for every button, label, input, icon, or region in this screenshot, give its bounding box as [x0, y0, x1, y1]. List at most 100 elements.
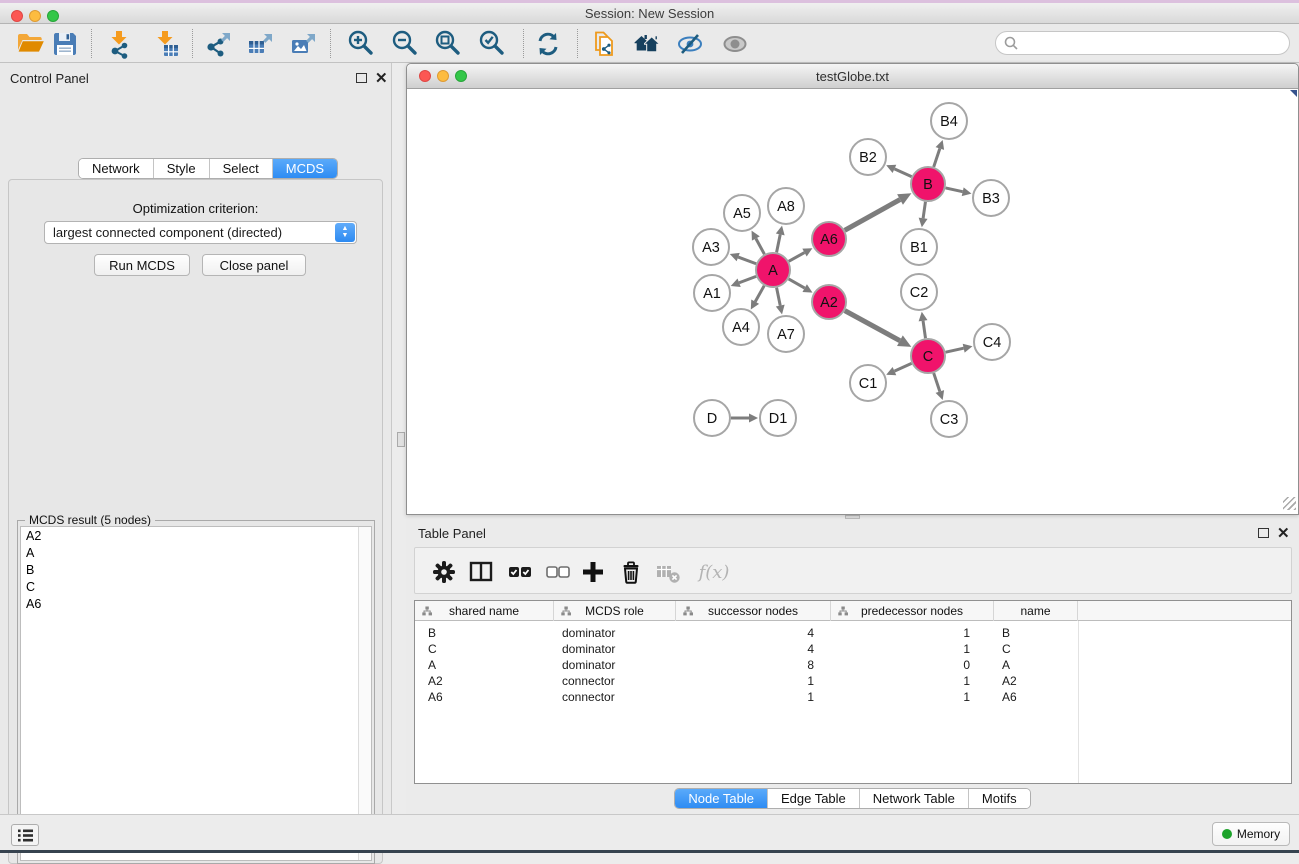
graph-edge-C-C2[interactable]: [923, 321, 925, 338]
graph-edge-A-A8[interactable]: [777, 234, 781, 252]
graph-edge-B-B1[interactable]: [923, 202, 925, 218]
column-header-label: MCDS role: [585, 604, 644, 618]
graph-edge-arrowhead: [776, 305, 785, 315]
hide-selected-icon[interactable]: [673, 28, 707, 60]
add-column-icon[interactable]: [578, 557, 608, 587]
column-header-predecessor-nodes[interactable]: predecessor nodes: [831, 601, 994, 621]
table-settings-gear-icon[interactable]: [429, 557, 459, 587]
import-network-icon[interactable]: [103, 28, 137, 60]
cell: A6: [415, 689, 554, 705]
graph-edge-A-A2[interactable]: [789, 279, 805, 288]
vertical-split-handle[interactable]: [397, 432, 405, 447]
zoom-fit-icon[interactable]: [431, 28, 465, 60]
mcds-result-legend: MCDS result (5 nodes): [25, 513, 155, 527]
result-item[interactable]: B: [21, 561, 371, 578]
network-window-title-bar[interactable]: testGlobe.txt: [407, 64, 1298, 89]
first-neighbors-icon[interactable]: [630, 28, 664, 60]
graph-edge-C-C3[interactable]: [934, 373, 940, 391]
export-table-icon[interactable]: [244, 28, 278, 60]
window-resize-grip[interactable]: [1283, 497, 1296, 510]
function-builder-button[interactable]: f(x): [693, 557, 735, 587]
export-network-icon[interactable]: [202, 28, 236, 60]
graph-edge-A6-B[interactable]: [845, 200, 900, 231]
deselect-all-rows-icon[interactable]: [543, 557, 573, 587]
horizontal-split-handle[interactable]: [845, 515, 860, 519]
network-canvas[interactable]: AA1A2A3A4A5A6A7A8BB1B2B3B4CC1C2C3C4DD1: [407, 89, 1298, 512]
cell: C: [415, 641, 554, 657]
graph-edge-B-B3[interactable]: [946, 188, 963, 192]
import-table-icon[interactable]: [149, 28, 183, 60]
cell: B: [994, 625, 1078, 641]
new-network-from-selection-icon[interactable]: [587, 28, 621, 60]
cell: dominator: [554, 625, 676, 641]
refresh-layout-icon[interactable]: [531, 28, 565, 60]
column-view-icon[interactable]: [466, 557, 496, 587]
table-row[interactable]: Bdominator41B: [415, 625, 1291, 641]
graph-edge-B-B4[interactable]: [934, 149, 940, 167]
cell: connector: [554, 689, 676, 705]
table-tab-motifs[interactable]: Motifs: [969, 789, 1030, 808]
save-session-icon[interactable]: [48, 28, 82, 60]
open-file-icon[interactable]: [14, 28, 48, 60]
table-header-row: shared name MCDS role successor nodesprede…: [415, 601, 1291, 621]
export-image-icon[interactable]: [287, 28, 321, 60]
table-row[interactable]: A2connector11A2: [415, 673, 1291, 689]
delete-table-icon[interactable]: [653, 557, 683, 587]
tab-network[interactable]: Network: [79, 159, 154, 178]
result-item[interactable]: A2: [21, 527, 371, 544]
memory-button[interactable]: Memory: [1212, 822, 1290, 846]
graph-node-label: A2: [820, 295, 838, 311]
graph-edge-C-C4[interactable]: [946, 348, 964, 352]
float-panel-icon[interactable]: [356, 73, 367, 83]
graph-node-label: A4: [732, 320, 750, 336]
select-all-rows-icon[interactable]: [505, 557, 535, 587]
column-header-label: name: [1020, 604, 1050, 618]
graph-edge-A-A5[interactable]: [756, 238, 765, 254]
show-all-icon[interactable]: [718, 28, 752, 60]
graph-node-label: A8: [777, 199, 795, 215]
result-scrollbar[interactable]: [358, 527, 371, 860]
graph-edge-A-A7[interactable]: [777, 288, 781, 306]
result-item[interactable]: A: [21, 544, 371, 561]
result-item[interactable]: C: [21, 578, 371, 595]
tab-style[interactable]: Style: [154, 159, 210, 178]
result-item[interactable]: A6: [21, 595, 371, 612]
search-field[interactable]: [995, 31, 1290, 55]
table-tab-node-table[interactable]: Node Table: [675, 789, 768, 808]
run-mcds-button[interactable]: Run MCDS: [94, 254, 190, 276]
graph-edge-A-A6[interactable]: [789, 253, 805, 262]
graph-edge-A-A4[interactable]: [755, 286, 764, 302]
tab-select[interactable]: Select: [210, 159, 273, 178]
delete-column-icon[interactable]: [616, 557, 646, 587]
table-row[interactable]: Cdominator41C: [415, 641, 1291, 657]
table-row[interactable]: A6connector11A6: [415, 689, 1291, 705]
search-input[interactable]: [1019, 36, 1289, 50]
zoom-selected-icon[interactable]: [475, 28, 509, 60]
column-header-mcds-role[interactable]: MCDS role: [554, 601, 676, 621]
criterion-value: largest connected component (directed): [53, 225, 282, 240]
column-header-name[interactable]: name: [994, 601, 1078, 621]
graph-edge-B-B2[interactable]: [894, 169, 911, 177]
criterion-dropdown[interactable]: largest connected component (directed) ▲…: [44, 221, 357, 244]
table-tab-edge-table[interactable]: Edge Table: [768, 789, 860, 808]
graph-edge-A-A3[interactable]: [738, 257, 756, 264]
column-header-successor-nodes[interactable]: successor nodes: [676, 601, 831, 621]
table-row[interactable]: Adominator80A: [415, 657, 1291, 673]
table-float-icon[interactable]: [1258, 528, 1269, 538]
attribute-icon: [422, 606, 432, 616]
graph-edge-C-C1[interactable]: [894, 363, 911, 371]
mcds-result-list[interactable]: A2ABCA6: [20, 526, 372, 861]
graph-edge-A2-C[interactable]: [845, 311, 900, 341]
graph-node-label: D: [707, 411, 717, 427]
close-panel-icon[interactable]: ✕: [375, 74, 388, 84]
zoom-in-icon[interactable]: [344, 28, 378, 60]
task-history-button[interactable]: [11, 824, 39, 846]
zoom-out-icon[interactable]: [388, 28, 422, 60]
graph-node-label: A: [768, 263, 778, 279]
table-tab-network-table[interactable]: Network Table: [860, 789, 969, 808]
close-panel-button[interactable]: Close panel: [202, 254, 306, 276]
graph-edge-A-A1[interactable]: [739, 276, 756, 282]
tab-mcds[interactable]: MCDS: [273, 159, 337, 178]
column-header-shared-name[interactable]: shared name: [415, 601, 554, 621]
table-close-icon[interactable]: ✕: [1277, 529, 1290, 539]
